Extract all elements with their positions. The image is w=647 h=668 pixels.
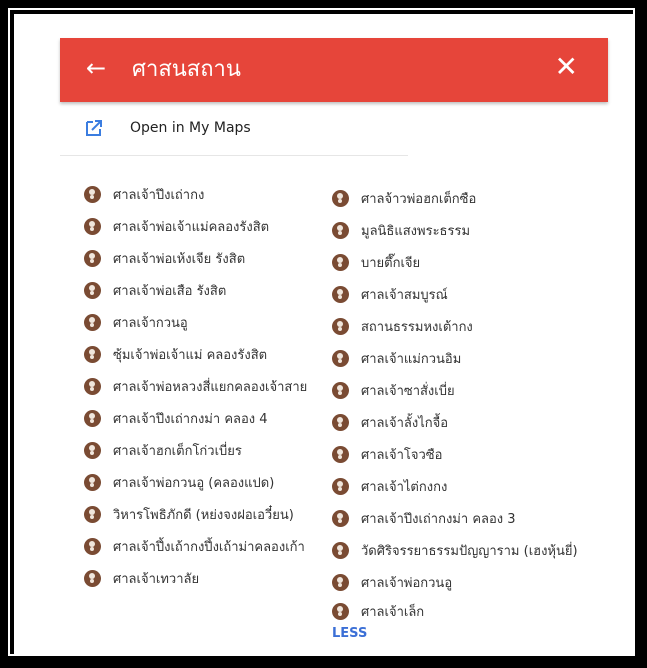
- place-list-right: ศาลจ้าวพ่อฮกเต็กซือ มูลนิธิแสงพระธรรม บา…: [332, 182, 578, 624]
- temple-pin-icon: [332, 602, 349, 620]
- place-item[interactable]: มูลนิธิแสงพระธรรม: [332, 214, 578, 246]
- place-name: ศาลเจ้าซาสั่งเบี่ย: [361, 383, 455, 399]
- temple-pin-icon: [332, 253, 349, 271]
- temple-pin-icon: [332, 445, 349, 463]
- place-item[interactable]: ศาลเจ้าซาสั่งเบี่ย: [332, 374, 578, 406]
- temple-pin-icon: [332, 509, 349, 527]
- temple-pin-icon: [84, 409, 101, 427]
- temple-pin-icon: [332, 381, 349, 399]
- layer-title: ศาสนสถาน: [132, 57, 241, 82]
- temple-pin-icon: [332, 189, 349, 207]
- place-item[interactable]: ศาลเจ้าพ่อเจ้าแม่คลองรังสิต: [84, 210, 307, 242]
- place-item[interactable]: ศาลเจ้ากวนอู: [84, 306, 307, 338]
- temple-pin-icon: [84, 473, 101, 491]
- place-item[interactable]: ซุ้มเจ้าพ่อเจ้าแม่ คลองรังสิต: [84, 338, 307, 370]
- place-name: บายตึ๊กเจีย: [361, 255, 421, 271]
- place-name: ศาลเจ้าไต่กงกง: [361, 479, 448, 495]
- place-name: ศาลเจ้าพ่อเจ้าแม่คลองรังสิต: [113, 219, 270, 235]
- place-item[interactable]: ศาลเจ้าเทวาลัย: [84, 562, 307, 594]
- place-name: ศาลเจ้าพ่อหลวงสี่แยกคลองเจ้าสาย: [113, 379, 308, 395]
- place-name: ศาลเจ้าปึงเถ่ากง: [113, 187, 205, 203]
- temple-pin-icon: [84, 313, 101, 331]
- place-name: ศาลเจ้ากวนอู: [113, 315, 188, 331]
- place-item[interactable]: สถานธรรมหงเต้ากง: [332, 310, 578, 342]
- temple-pin-icon: [84, 505, 101, 523]
- close-icon[interactable]: ✕: [555, 52, 578, 82]
- external-link-icon: [86, 120, 102, 136]
- place-item[interactable]: บายตึ๊กเจีย: [332, 246, 578, 278]
- place-item[interactable]: ศาลเจ้าเล็ก: [332, 598, 578, 624]
- place-name: ศาลเจ้าสมบูรณ์: [361, 287, 448, 303]
- place-item[interactable]: ศาลจ้าวพ่อฮกเต็กซือ: [332, 182, 578, 214]
- place-name: ศาลเจ้าแม่กวนอิม: [361, 351, 462, 367]
- place-item[interactable]: ศาลเจ้าปึงเถ่ากง: [84, 178, 307, 210]
- place-item[interactable]: ศาลเจ้าโจวซือ: [332, 438, 578, 470]
- place-item[interactable]: ศาลเจ้าฮกเต็กโก่วเบี่ยร: [84, 434, 307, 466]
- temple-pin-icon: [84, 249, 101, 267]
- place-item[interactable]: ศาลเจ้าลั้งไกจื้อ: [332, 406, 578, 438]
- place-name: ศาลเจ้าพ่อเสือ รังสิต: [113, 283, 227, 299]
- open-in-my-maps-label: Open in My Maps: [130, 120, 251, 136]
- place-name: วัดศิริจรรยาธรรมปัญญาราม (เฮงหุ้นยี่): [361, 543, 578, 559]
- place-name: ศาลจ้าวพ่อฮกเต็กซือ: [361, 191, 477, 207]
- place-item[interactable]: ศาลเจ้าสมบูรณ์: [332, 278, 578, 310]
- temple-pin-icon: [84, 537, 101, 555]
- temple-pin-icon: [84, 185, 101, 203]
- temple-pin-icon: [332, 317, 349, 335]
- temple-pin-icon: [84, 377, 101, 395]
- place-name: วิหารโพธิภักดี (หย่งจงฝอเอวี๋ยน): [113, 507, 294, 523]
- place-item[interactable]: ศาลเจ้าพ่อกวนอู: [332, 566, 578, 598]
- temple-pin-icon: [84, 569, 101, 587]
- place-list-left: ศาลเจ้าปึงเถ่ากง ศาลเจ้าพ่อเจ้าแม่คลองรั…: [84, 178, 307, 594]
- temple-pin-icon: [84, 217, 101, 235]
- place-name: ศาลเจ้าพ่อกวนอู: [361, 575, 453, 591]
- place-name: ศาลเจ้าลั้งไกจื้อ: [361, 415, 449, 431]
- place-item[interactable]: วัดศิริจรรยาธรรมปัญญาราม (เฮงหุ้นยี่): [332, 534, 578, 566]
- temple-pin-icon: [84, 281, 101, 299]
- temple-pin-icon: [332, 285, 349, 303]
- place-name: ศาลเจ้าพ่อกวนอู (คลองแปด): [113, 475, 275, 491]
- place-item[interactable]: ศาลเจ้าพ่อกวนอู (คลองแปด): [84, 466, 307, 498]
- place-name: ศาลเจ้าโจวซือ: [361, 447, 443, 463]
- place-item[interactable]: ศาลเจ้าปึ้งเถ้ากงปึ้งเถ้าม่าคลองเก้า: [84, 530, 307, 562]
- temple-pin-icon: [332, 541, 349, 559]
- temple-pin-icon: [84, 441, 101, 459]
- place-item[interactable]: ศาลเจ้าปึงเถ่ากงม่า คลอง 3: [332, 502, 578, 534]
- place-item[interactable]: วิหารโพธิภักดี (หย่งจงฝอเอวี๋ยน): [84, 498, 307, 530]
- place-name: ศาลเจ้าพ่อเห้งเจีย รังสิต: [113, 251, 246, 267]
- place-name: ศาลเจ้าปึ้งเถ้ากงปึ้งเถ้าม่าคลองเก้า: [113, 539, 305, 555]
- place-name: ศาลเจ้าฮกเต็กโก่วเบี่ยร: [113, 443, 242, 459]
- temple-pin-icon: [332, 573, 349, 591]
- place-item[interactable]: ศาลเจ้าแม่กวนอิม: [332, 342, 578, 374]
- temple-pin-icon: [332, 477, 349, 495]
- place-name: ซุ้มเจ้าพ่อเจ้าแม่ คลองรังสิต: [113, 347, 268, 363]
- place-name: ศาลเจ้าปึงเถ่ากงม่า คลอง 4: [113, 411, 268, 427]
- place-name: ศาลเจ้าเทวาลัย: [113, 571, 200, 587]
- open-in-my-maps-link[interactable]: Open in My Maps: [60, 104, 408, 156]
- place-item[interactable]: ศาลเจ้าพ่อหลวงสี่แยกคลองเจ้าสาย: [84, 370, 307, 402]
- place-name: มูลนิธิแสงพระธรรม: [361, 223, 471, 239]
- less-button[interactable]: LESS: [332, 626, 367, 641]
- place-name: สถานธรรมหงเต้ากง: [361, 319, 473, 335]
- place-name: ศาลเจ้าเล็ก: [361, 604, 425, 620]
- temple-pin-icon: [332, 221, 349, 239]
- place-item[interactable]: ศาลเจ้าปึงเถ่ากงม่า คลอง 4: [84, 402, 307, 434]
- place-name: ศาลเจ้าปึงเถ่ากงม่า คลอง 3: [361, 511, 516, 527]
- place-item[interactable]: ศาลเจ้าพ่อเสือ รังสิต: [84, 274, 307, 306]
- place-item[interactable]: ศาลเจ้าพ่อเห้งเจีย รังสิต: [84, 242, 307, 274]
- temple-pin-icon: [84, 345, 101, 363]
- arrow-left-icon[interactable]: ←: [86, 54, 106, 82]
- layer-header: ← ศาสนสถาน ✕: [60, 38, 608, 102]
- temple-pin-icon: [332, 349, 349, 367]
- place-item[interactable]: ศาลเจ้าไต่กงกง: [332, 470, 578, 502]
- temple-pin-icon: [332, 413, 349, 431]
